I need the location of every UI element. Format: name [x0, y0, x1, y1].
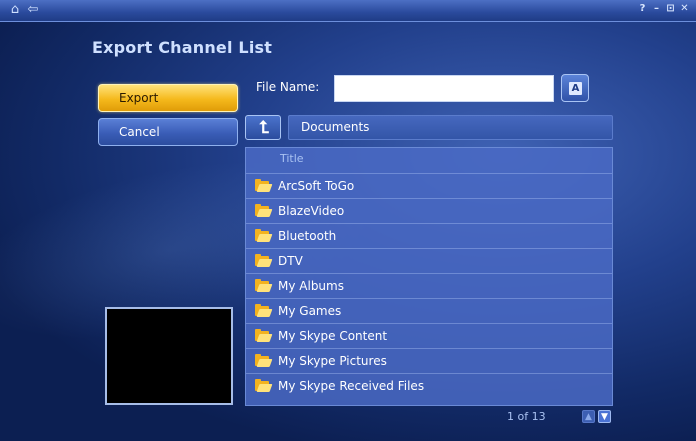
list-column-header: Title	[280, 152, 304, 165]
keyboard-button[interactable]: A	[561, 74, 589, 102]
folder-icon	[255, 329, 273, 342]
list-item[interactable]: ArcSoft ToGo	[246, 173, 612, 198]
page-title: Export Channel List	[92, 38, 273, 57]
cancel-button[interactable]: Cancel	[98, 118, 238, 146]
list-item-label: My Skype Pictures	[278, 354, 387, 368]
home-icon[interactable]: ⌂	[6, 2, 24, 18]
folder-icon	[255, 304, 273, 317]
preview-thumbnail	[105, 307, 233, 405]
list-item[interactable]: My Skype Pictures	[246, 348, 612, 373]
up-arrow-icon: ⮤	[258, 118, 270, 138]
folder-icon	[255, 354, 273, 367]
list-item[interactable]: My Skype Received Files	[246, 373, 612, 398]
window-controls: ? – ⊡ ✕	[637, 2, 690, 16]
list-item-label: DTV	[278, 254, 303, 268]
up-folder-button[interactable]: ⮤	[245, 115, 281, 140]
current-folder-path: Documents	[288, 115, 613, 140]
help-icon[interactable]: ?	[637, 2, 648, 16]
list-item-label: BlazeVideo	[278, 204, 345, 218]
close-icon[interactable]: ✕	[679, 2, 690, 16]
list-item-label: My Albums	[278, 279, 344, 293]
list-item-label: ArcSoft ToGo	[278, 179, 355, 193]
file-list: Title ArcSoft ToGo BlazeVideo Bluetooth …	[245, 147, 613, 406]
list-item[interactable]: My Skype Content	[246, 323, 612, 348]
list-item[interactable]: BlazeVideo	[246, 198, 612, 223]
list-item[interactable]: Bluetooth	[246, 223, 612, 248]
folder-icon	[255, 204, 273, 217]
list-item-label: My Skype Received Files	[278, 379, 425, 393]
list-item[interactable]: My Games	[246, 298, 612, 323]
folder-icon	[255, 279, 273, 292]
export-button[interactable]: Export	[98, 84, 238, 112]
folder-icon	[255, 379, 273, 392]
title-bar: ⌂ ⇦ ? – ⊡ ✕	[0, 0, 696, 22]
minimize-icon[interactable]: –	[651, 2, 662, 16]
list-item-label: My Skype Content	[278, 329, 388, 343]
restore-icon[interactable]: ⊡	[665, 2, 676, 16]
list-item-label: Bluetooth	[278, 229, 337, 243]
file-name-label: File Name:	[256, 80, 320, 94]
folder-icon	[255, 229, 273, 242]
list-item-label: My Games	[278, 304, 342, 318]
file-name-input[interactable]	[334, 75, 554, 102]
folder-icon	[255, 179, 273, 192]
folder-icon	[255, 254, 273, 267]
page-down-button[interactable]: ▼	[598, 410, 611, 423]
list-item[interactable]: My Albums	[246, 273, 612, 298]
keyboard-icon: A	[569, 82, 582, 95]
page-up-button[interactable]: ▲	[582, 410, 595, 423]
list-item[interactable]: DTV	[246, 248, 612, 273]
page-indicator: 1 of 13	[507, 410, 546, 423]
back-arrow-icon[interactable]: ⇦	[24, 2, 42, 18]
